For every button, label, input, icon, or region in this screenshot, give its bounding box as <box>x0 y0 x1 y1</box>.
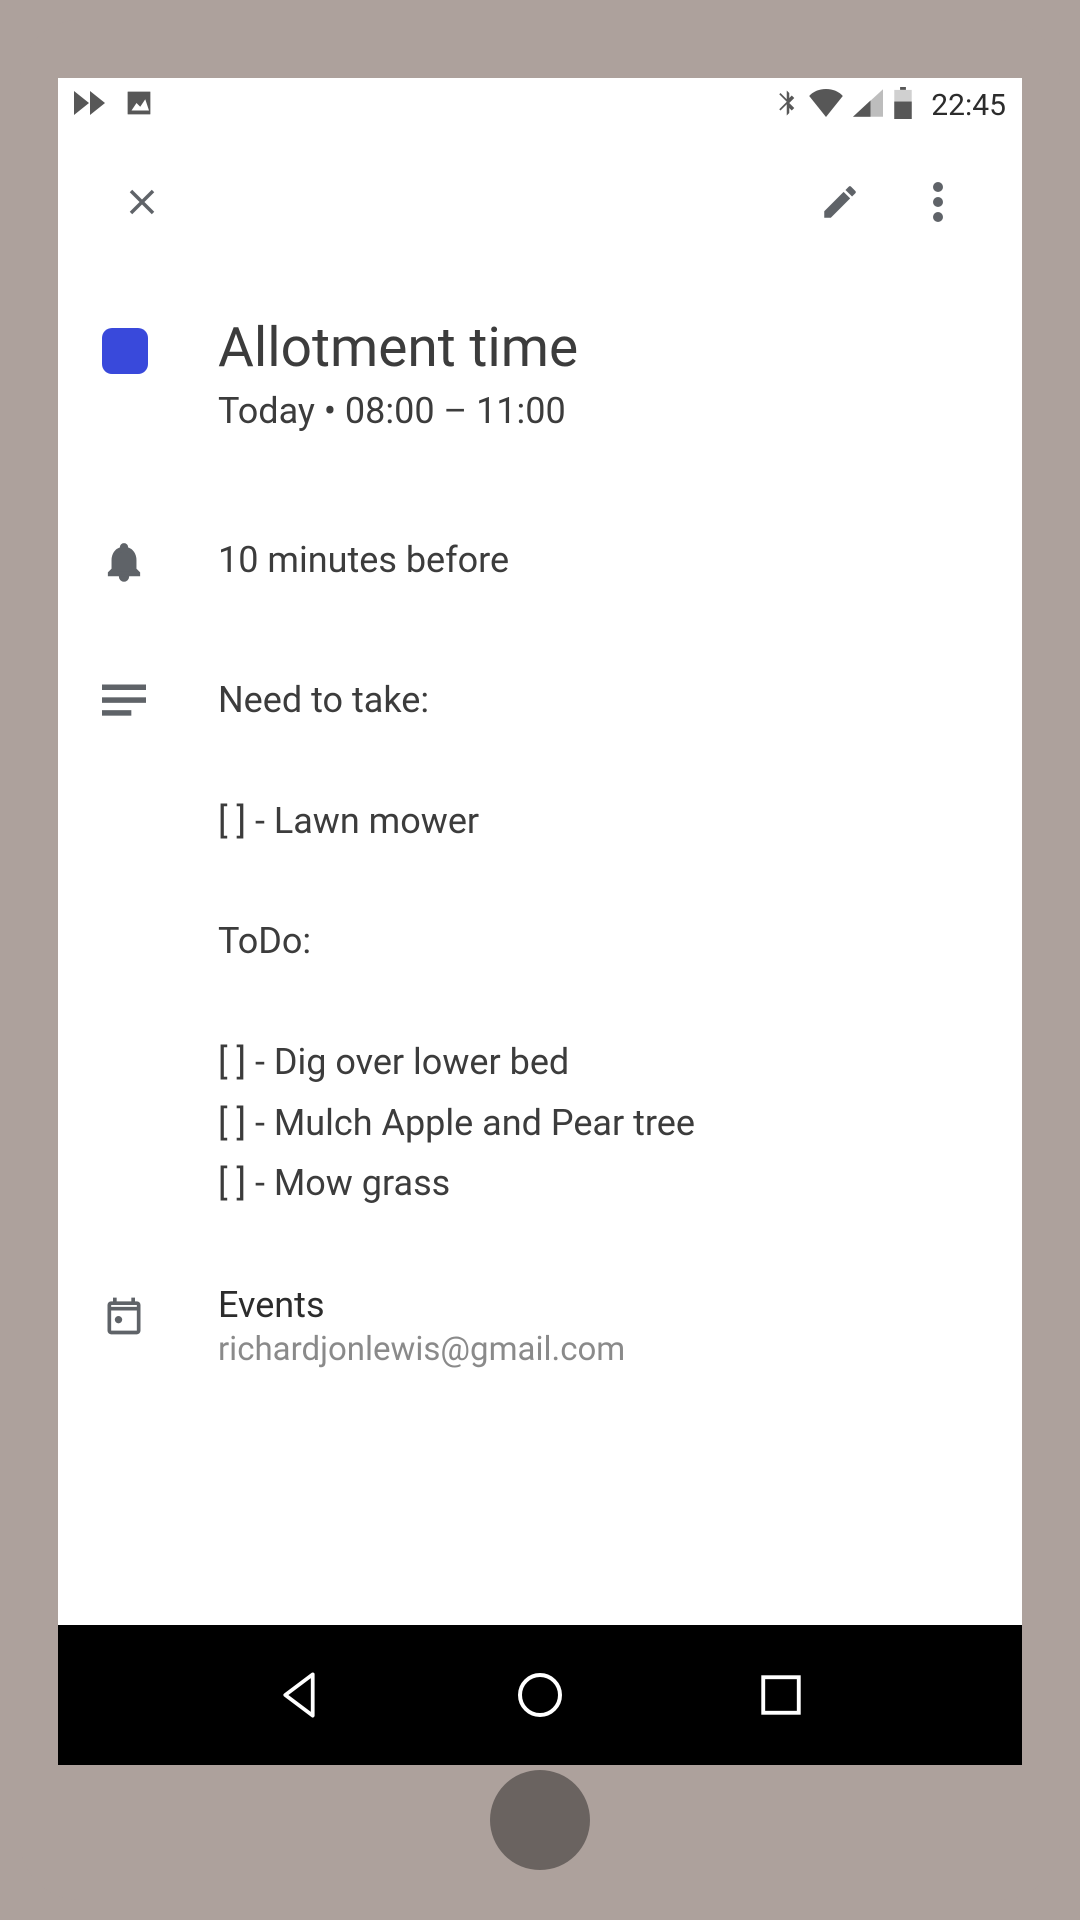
signal-icon <box>853 89 883 121</box>
recents-button[interactable] <box>753 1667 809 1723</box>
calendar-icon <box>102 1294 146 1342</box>
event-time: Today • 08:00 – 11:00 <box>218 390 982 432</box>
phone-frame: 22:45 Allotment time Today • 08:00 – <box>20 20 1060 1900</box>
event-title: Allotment time <box>218 316 982 380</box>
bell-icon <box>102 540 146 588</box>
calendar-row: Events richardjonlewis@gmail.com <box>58 1284 1022 1369</box>
title-block: Allotment time Today • 08:00 – 11:00 <box>58 306 1022 432</box>
bluetooth-icon <box>777 88 799 122</box>
notification-text: 10 minutes before <box>218 532 982 590</box>
fast-forward-icon <box>74 91 108 119</box>
calendar-email: richardjonlewis@gmail.com <box>218 1330 982 1369</box>
notes-row: Need to take: [ ] - Lawn mower ToDo: [ ]… <box>58 670 1022 1214</box>
physical-home-button[interactable] <box>490 1770 590 1870</box>
home-button[interactable] <box>512 1667 568 1723</box>
screen: 22:45 Allotment time Today • 08:00 – <box>58 78 1022 1688</box>
notes-text: Need to take: [ ] - Lawn mower ToDo: [ ]… <box>218 670 982 1214</box>
android-nav-bar <box>58 1625 1022 1765</box>
status-right: 22:45 <box>777 87 1006 123</box>
back-button[interactable] <box>271 1667 327 1723</box>
edit-button[interactable] <box>806 168 874 236</box>
image-icon <box>124 88 154 122</box>
status-left <box>74 88 154 122</box>
battery-icon <box>893 87 913 123</box>
status-clock: 22:45 <box>931 88 1006 123</box>
notes-icon <box>102 684 146 722</box>
wifi-icon <box>809 89 843 121</box>
status-bar: 22:45 <box>58 78 1022 132</box>
calendar-name: Events <box>218 1284 982 1326</box>
more-options-button[interactable] <box>904 168 972 236</box>
app-bar <box>58 132 1022 272</box>
notification-row: 10 minutes before <box>58 532 1022 590</box>
close-button[interactable] <box>108 168 176 236</box>
event-color-chip <box>102 328 148 374</box>
